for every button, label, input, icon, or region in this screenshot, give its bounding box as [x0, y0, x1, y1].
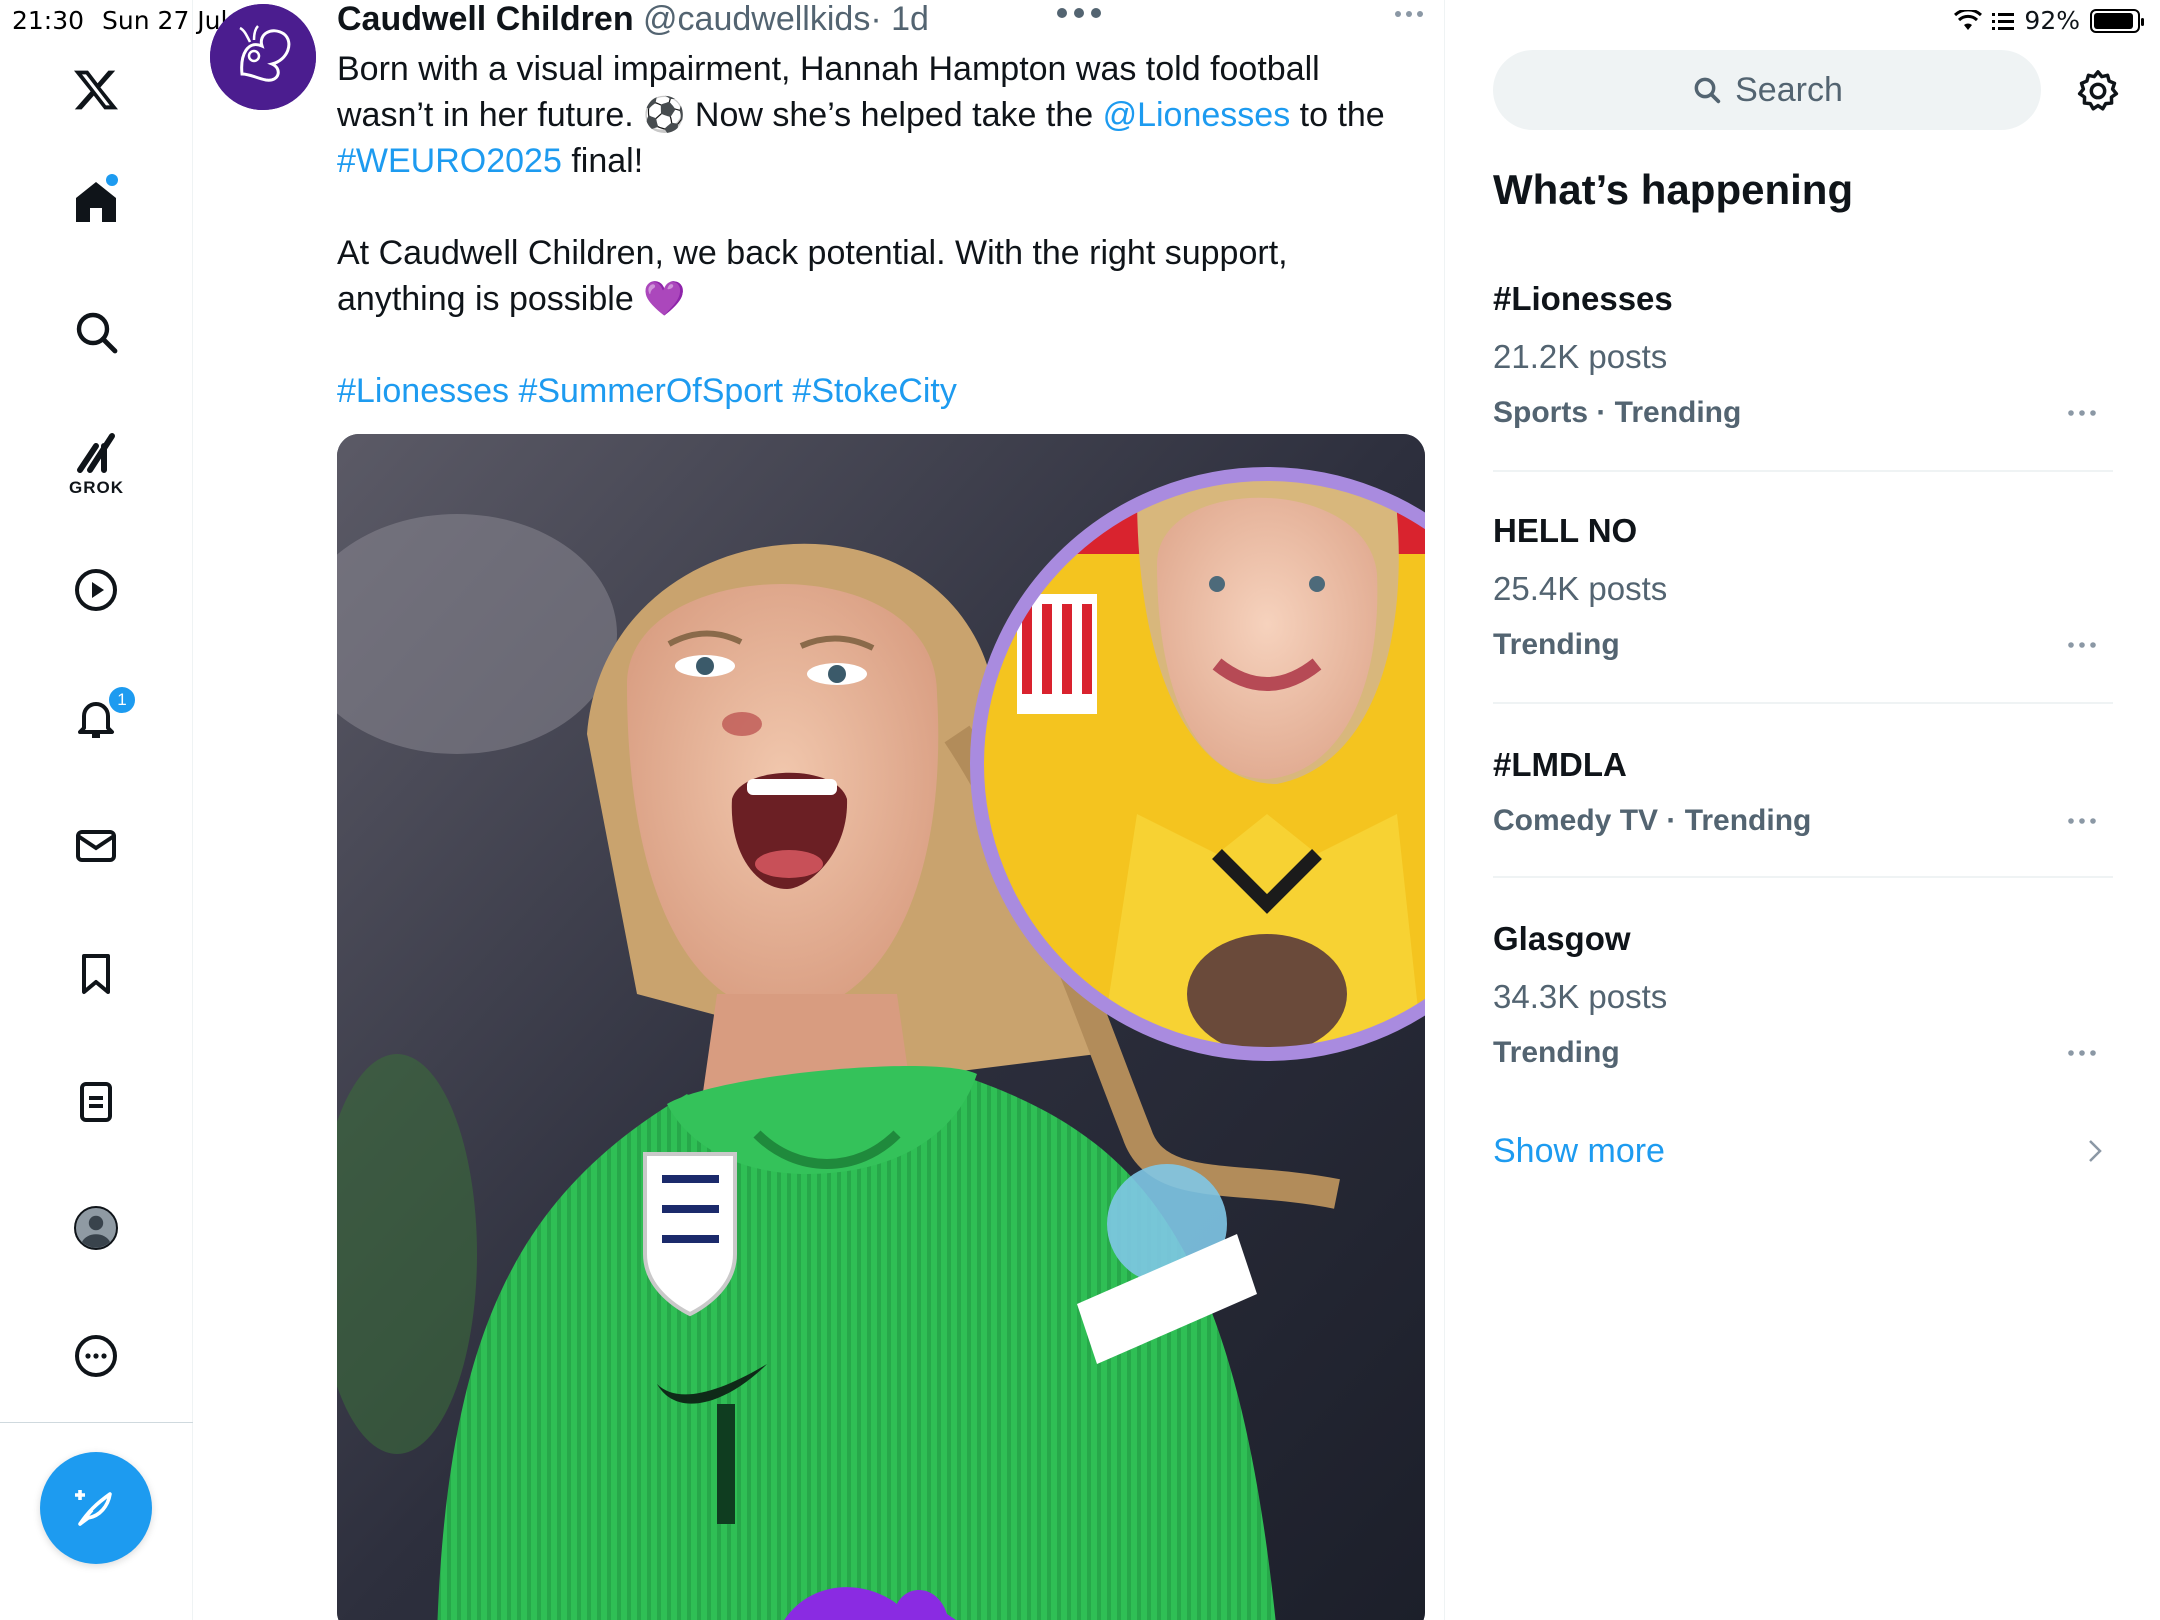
- more-dots-icon[interactable]: [1055, 6, 1103, 20]
- grok-icon[interactable]: [66, 424, 126, 484]
- tweet-hashtags: #Lionesses #SummerOfSport #StokeCity: [337, 368, 1417, 414]
- trend-more-icon[interactable]: [2067, 816, 2097, 826]
- tweet-line-3b: final!: [561, 142, 644, 180]
- timeline: Caudwell Children @caudwellkids· 1d Born…: [193, 0, 1445, 1620]
- compose-post-button[interactable]: [40, 1452, 152, 1564]
- trend-name: Glasgow: [1493, 920, 1631, 957]
- lists-icon[interactable]: [66, 1072, 126, 1132]
- tweet-para2-line-2: anything is possible 💜: [337, 280, 686, 318]
- caudwell-children-avatar[interactable]: [210, 4, 316, 110]
- messages-envelope-icon[interactable]: [66, 816, 126, 876]
- more-options-icon[interactable]: [66, 1326, 126, 1386]
- left-nav: GROK 1: [0, 0, 193, 1620]
- trend-item[interactable]: HELL NO 25.4K posts Trending: [1493, 512, 2113, 704]
- nav-divider: [0, 1422, 193, 1423]
- grok-label: GROK: [69, 478, 124, 497]
- trend-posts: 34.3K posts: [1493, 978, 1668, 1015]
- author-name[interactable]: Caudwell Children: [337, 0, 634, 38]
- search-icon[interactable]: [66, 302, 126, 362]
- video-play-icon[interactable]: [66, 560, 126, 620]
- hashtags-link[interactable]: #Lionesses #SummerOfSport #StokeCity: [337, 372, 957, 410]
- trend-item[interactable]: #LMDLA Comedy TV · Trending: [1493, 746, 2113, 878]
- tweet-header: Caudwell Children @caudwellkids· 1d: [337, 0, 929, 39]
- trend-meta: Trending: [1493, 628, 1620, 661]
- show-more-link[interactable]: Show more: [1493, 1132, 1665, 1171]
- search-input[interactable]: Search: [1493, 50, 2041, 130]
- trend-posts: 21.2K posts: [1493, 338, 1668, 375]
- tweet-paragraph-1: Born with a visual impairment, Hannah Ha…: [337, 46, 1417, 184]
- author-handle[interactable]: @caudwellkids: [643, 0, 870, 38]
- bookmark-icon[interactable]: [66, 944, 126, 1004]
- tweet-media-image[interactable]: [337, 434, 1425, 1620]
- trend-posts: 25.4K posts: [1493, 570, 1668, 607]
- x-logo-icon[interactable]: [66, 60, 126, 120]
- chevron-right-icon[interactable]: [2087, 1138, 2103, 1164]
- tweet-line-1: Born with a visual impairment, Hannah Ha…: [337, 50, 1320, 88]
- compose-feather-icon: [75, 1490, 112, 1526]
- trend-meta: Comedy TV · Trending: [1493, 804, 1812, 837]
- hashtag-weuro2025-link[interactable]: #WEURO2025: [337, 142, 562, 180]
- trend-meta: Sports · Trending: [1493, 396, 1742, 429]
- search-icon: [1694, 77, 1721, 104]
- notification-count-badge: 1: [106, 684, 138, 716]
- trend-more-icon[interactable]: [2067, 1048, 2097, 1058]
- tweet-menu-icon[interactable]: [1393, 8, 1425, 20]
- mention-lionesses-link[interactable]: @Lionesses: [1103, 96, 1291, 134]
- trend-name: #Lionesses: [1493, 280, 1673, 317]
- home-unread-dot: [106, 174, 118, 186]
- tweet-line-2a: wasn’t in her future. ⚽ Now she’s helped…: [337, 96, 1103, 134]
- right-sidebar: Search What’s happening #Lionesses 21.2K…: [1445, 0, 2160, 1620]
- trend-more-icon[interactable]: [2067, 408, 2097, 418]
- trend-item[interactable]: #Lionesses 21.2K posts Sports · Trending: [1493, 280, 2113, 472]
- tweet-para2-line-1: At Caudwell Children, we back potential.…: [337, 234, 1288, 272]
- trend-more-icon[interactable]: [2067, 640, 2097, 650]
- trend-meta: Trending: [1493, 1036, 1620, 1069]
- trend-item[interactable]: Glasgow 34.3K posts Trending: [1493, 920, 2113, 1090]
- profile-avatar-icon[interactable]: [66, 1198, 126, 1258]
- tweet-line-2b: to the: [1290, 96, 1385, 134]
- trend-name: HELL NO: [1493, 512, 1638, 549]
- tweet-text: Born with a visual impairment, Hannah Ha…: [337, 46, 1417, 460]
- settings-gear-icon[interactable]: [2075, 68, 2121, 114]
- tweet-time[interactable]: · 1d: [870, 0, 929, 38]
- trend-name: #LMDLA: [1493, 746, 1627, 783]
- whats-happening-title: What’s happening: [1493, 166, 1854, 213]
- search-placeholder: Search: [1735, 70, 1843, 109]
- tweet-paragraph-2: At Caudwell Children, we back potential.…: [337, 230, 1417, 322]
